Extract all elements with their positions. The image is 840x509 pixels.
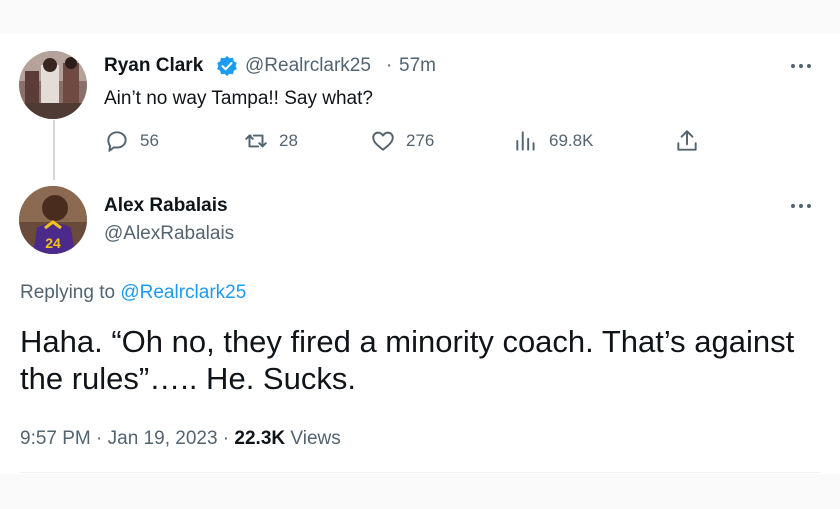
main-tweet-text: Haha. “Oh no, they fired a minority coac… [20, 324, 795, 396]
verified-badge-icon [216, 55, 238, 82]
author-handle[interactable]: @AlexRabalais [104, 223, 234, 245]
ryan-clark-avatar[interactable] [19, 51, 87, 119]
reply-count: 56 [140, 131, 159, 150]
tweet-text: Ain’t no way Tampa!! Say what? [104, 88, 373, 109]
replying-to-mention[interactable]: @Realrclark25 [120, 282, 246, 303]
retweet-button[interactable]: 28 [243, 128, 298, 154]
views-label: Views [290, 428, 341, 449]
views-count: 69.8K [549, 131, 594, 150]
like-count: 276 [406, 131, 435, 150]
views-button[interactable]: 69.8K [513, 128, 593, 154]
author-handle[interactable]: @Realrclark25 [245, 55, 371, 77]
divider [20, 472, 820, 473]
retweet-count: 28 [279, 131, 298, 150]
reply-button[interactable]: 56 [104, 128, 159, 154]
alex-rabalais-avatar[interactable]: 24 [19, 186, 87, 254]
analytics-icon [513, 128, 539, 154]
replying-to: Replying to @Realrclark25 [20, 282, 246, 304]
tweet-meta: 9:57 PM · Jan 19, 2023 · 22.3K Views [20, 428, 341, 450]
like-button[interactable]: 276 [370, 128, 434, 154]
author-name[interactable]: Ryan Clark [104, 55, 203, 77]
thread-connector [53, 120, 55, 180]
views-total[interactable]: 22.3K [234, 428, 285, 449]
replying-to-label: Replying to [20, 282, 116, 303]
more-icon[interactable] [790, 59, 812, 70]
more-icon[interactable] [790, 199, 812, 210]
share-button[interactable] [674, 128, 700, 154]
retweet-icon [243, 128, 269, 154]
dot-separator: · [386, 55, 393, 76]
share-icon [674, 128, 700, 154]
author-name[interactable]: Alex Rabalais [104, 195, 228, 217]
heart-icon [370, 128, 396, 154]
tweet-timestamp[interactable]: 9:57 PM · Jan 19, 2023 · [20, 428, 229, 449]
svg-text:24: 24 [45, 235, 61, 251]
reply-icon [104, 128, 130, 154]
tweet-time[interactable]: 57m [399, 55, 436, 77]
